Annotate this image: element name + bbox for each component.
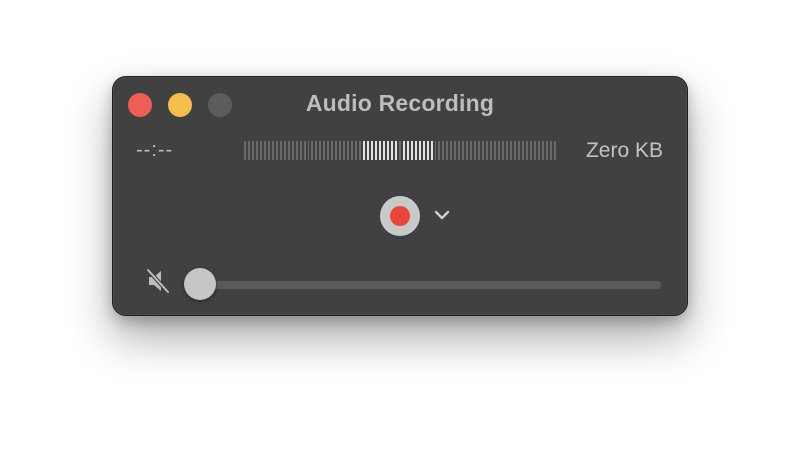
level-meter-tick	[505, 141, 508, 160]
level-meter-tick	[299, 141, 302, 160]
level-meter-tick	[418, 141, 421, 160]
audio-recording-window: Audio Recording --:-- Zero KB	[112, 76, 688, 316]
level-meter-tick	[271, 141, 274, 160]
level-meter-tick	[478, 141, 481, 160]
level-meter-tick	[307, 141, 310, 160]
level-meter-tick	[371, 141, 373, 160]
level-meter-tick	[295, 141, 298, 160]
level-meter-tick	[351, 141, 354, 160]
level-meter-tick	[525, 141, 528, 160]
level-meter-tick	[283, 141, 286, 160]
chevron-down-icon[interactable]	[432, 207, 452, 223]
level-meter-tick	[442, 141, 445, 160]
level-meter-tick	[251, 141, 254, 160]
level-meter-tick	[279, 141, 282, 160]
level-meter-tick	[422, 141, 425, 160]
level-meter-tick	[414, 141, 417, 160]
level-meter-tick	[327, 141, 330, 160]
level-meter-tick	[501, 141, 504, 160]
level-meter-tick	[474, 141, 477, 160]
level-meter-tick	[533, 141, 536, 160]
level-meter-tick	[319, 141, 322, 160]
level-meter-tick	[315, 141, 318, 160]
record-button[interactable]	[380, 196, 420, 236]
level-meter-tick	[331, 141, 334, 160]
level-meter-tick	[486, 141, 489, 160]
level-meter-tick	[374, 141, 377, 160]
window-title: Audio Recording	[305, 90, 495, 116]
level-meter-tick	[458, 141, 461, 160]
level-meter-tick	[434, 141, 437, 160]
level-meter-tick	[462, 141, 465, 160]
record-icon	[390, 206, 410, 226]
level-meter-tick	[311, 141, 314, 160]
level-meter-tick	[363, 141, 366, 160]
level-meter-tick	[521, 141, 524, 160]
level-meter-tick	[529, 141, 532, 160]
level-meter-tick	[426, 141, 429, 160]
level-meter-tick	[259, 141, 262, 160]
level-meter-tick	[339, 141, 342, 160]
level-meter-tick	[291, 141, 294, 160]
level-meter-tick	[255, 141, 258, 160]
level-meter-tick	[541, 141, 544, 160]
level-meter-tick	[267, 141, 270, 160]
level-meter-tick	[406, 141, 409, 160]
speaker-muted-icon[interactable]	[146, 267, 172, 295]
level-meter-tick	[303, 141, 306, 160]
level-meter-tick	[390, 141, 393, 160]
level-meter-tick	[549, 141, 552, 160]
level-meter-tick	[275, 141, 278, 160]
level-meter-tick	[490, 141, 493, 160]
level-meter-tick	[378, 141, 381, 160]
level-meter-tick	[382, 141, 385, 160]
level-meter-tick	[247, 141, 250, 160]
level-meter-tick	[355, 141, 358, 160]
level-meter-tick	[386, 141, 389, 160]
level-meter-tick	[513, 141, 516, 160]
level-meter-tick	[509, 141, 512, 160]
level-meter-tick	[367, 141, 369, 160]
level-meter-tick	[343, 141, 346, 160]
level-meter-tick	[498, 141, 500, 160]
level-meter-tick	[323, 141, 326, 160]
level-meter-tick	[394, 141, 397, 160]
level-meter-tick	[359, 141, 362, 160]
level-meter-tick	[438, 141, 441, 160]
level-meter-tick	[430, 141, 433, 160]
audio-level-meter	[244, 141, 557, 160]
level-meter-tick	[347, 141, 350, 160]
level-meter-tick	[482, 141, 485, 160]
level-meter-tick	[398, 141, 401, 160]
level-meter-tick	[466, 141, 469, 160]
level-meter-tick	[517, 141, 520, 160]
level-meter-tick	[244, 141, 246, 160]
elapsed-time: --:--	[136, 139, 174, 161]
level-meter-tick	[450, 141, 453, 160]
level-meter-tick	[537, 141, 540, 160]
level-meter-tick	[446, 141, 449, 160]
volume-slider-track[interactable]	[199, 281, 661, 289]
file-size: Zero KB	[585, 139, 663, 162]
volume-slider-knob[interactable]	[184, 268, 216, 300]
level-meter-tick	[335, 141, 338, 160]
level-meter-tick	[410, 141, 413, 160]
level-meter-tick	[545, 141, 548, 160]
level-meter-tick	[402, 141, 405, 160]
level-meter-tick	[553, 141, 556, 160]
level-meter-tick	[287, 141, 290, 160]
level-meter-tick	[454, 141, 457, 160]
level-meter-tick	[263, 141, 266, 160]
level-meter-tick	[470, 141, 473, 160]
level-meter-tick	[494, 141, 496, 160]
